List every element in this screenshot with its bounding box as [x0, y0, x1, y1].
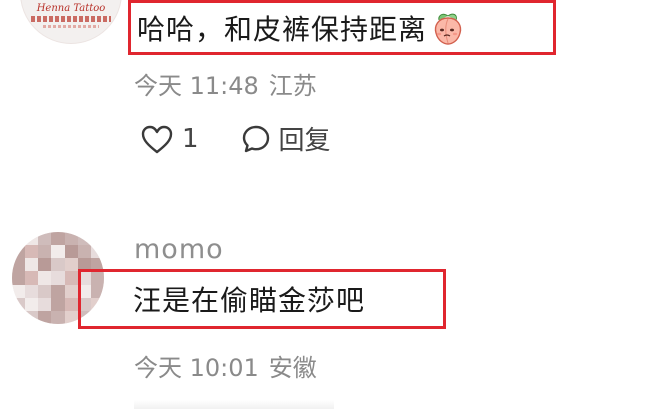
highlighted-comment: 汪是在偷瞄金莎吧	[78, 269, 446, 329]
reply-label: 回复	[278, 126, 331, 156]
avatar-subtext-blur	[43, 25, 99, 28]
comment-location: 江苏	[268, 72, 317, 100]
like-count: 1	[182, 123, 199, 154]
comment-text: 汪是在偷瞄金莎吧	[133, 284, 366, 317]
comment-time: 今天 11:48	[134, 72, 259, 100]
comment-meta: 今天 10:01 安徽	[134, 348, 317, 383]
comment-time: 今天 10:01	[134, 354, 259, 382]
reply-button[interactable]: 回复	[241, 120, 331, 157]
username[interactable]: momo	[134, 234, 224, 265]
like-button[interactable]: 1	[140, 124, 199, 154]
comment-meta: 今天 11:48 江苏	[134, 66, 317, 101]
avatar[interactable]: Henna Tattoo	[20, 0, 122, 44]
avatar-brand-text: Henna Tattoo	[36, 3, 106, 14]
peach-emoji-icon	[431, 11, 465, 45]
comment-text: 哈哈，和皮裤保持距离	[137, 12, 428, 46]
comment-feed: Henna Tattoo 哈哈，和皮裤保持距离 今天 11:48 江苏 1 回复…	[0, 0, 660, 409]
avatar-subtext-blur	[31, 16, 111, 22]
highlighted-comment: 哈哈，和皮裤保持距离	[128, 0, 556, 55]
next-comment-hint	[134, 400, 334, 409]
speech-bubble-icon	[241, 124, 271, 154]
comment-actions: 1 回复	[140, 120, 331, 157]
heart-icon	[140, 124, 174, 154]
comment-location: 安徽	[268, 354, 317, 382]
